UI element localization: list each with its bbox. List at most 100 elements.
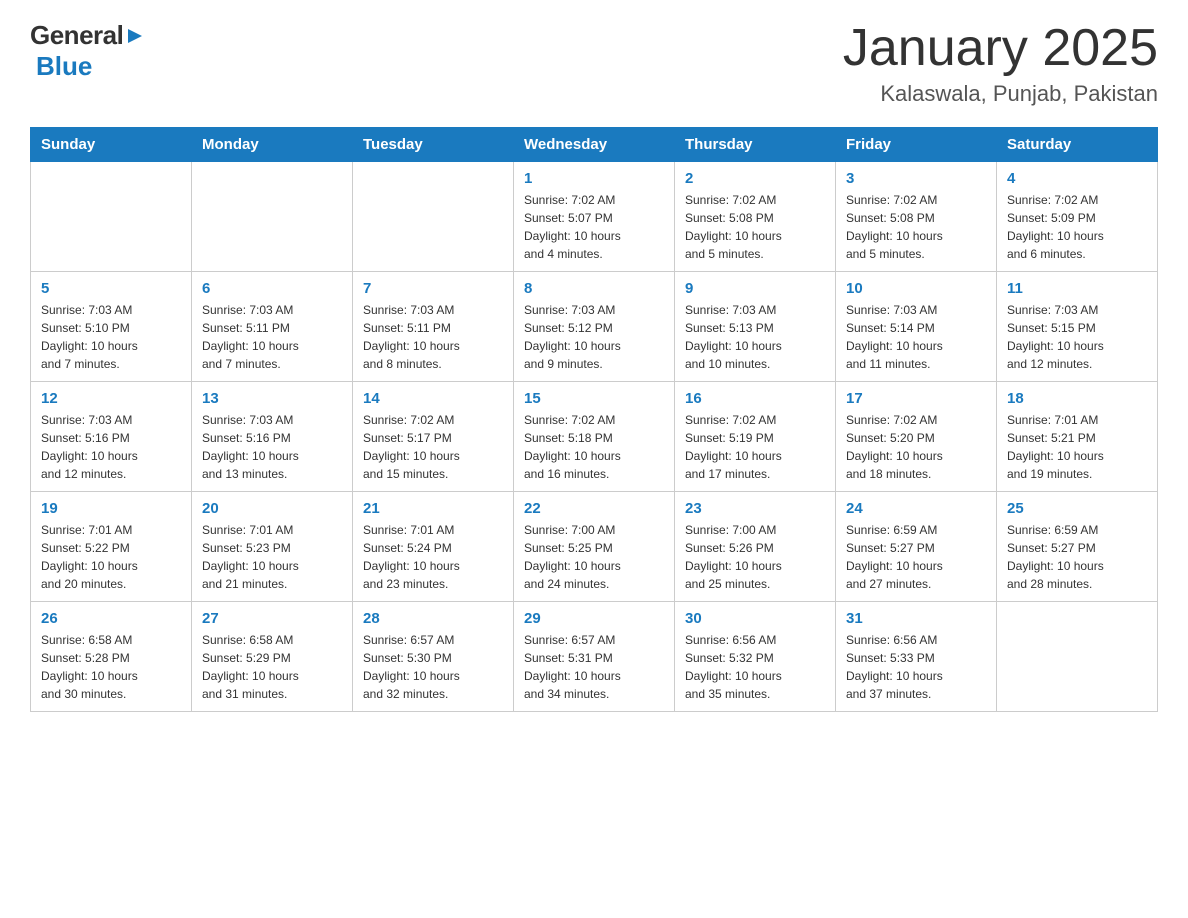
calendar-day-cell: 19 Sunrise: 7:01 AM Sunset: 5:22 PM Dayli…: [31, 492, 192, 602]
day-of-week-header: Sunday: [31, 128, 192, 162]
day-info: Sunrise: 7:03 AM Sunset: 5:12 PM Dayligh…: [524, 301, 664, 373]
day-of-week-header: Wednesday: [514, 128, 675, 162]
day-info: Sunrise: 7:02 AM Sunset: 5:18 PM Dayligh…: [524, 411, 664, 483]
day-info: Sunrise: 7:00 AM Sunset: 5:25 PM Dayligh…: [524, 521, 664, 593]
title-block: January 2025 Kalaswala, Punjab, Pakistan: [843, 20, 1158, 107]
calendar-day-cell: [192, 162, 353, 272]
day-info: Sunrise: 7:00 AM Sunset: 5:26 PM Dayligh…: [685, 521, 825, 593]
day-info: Sunrise: 7:03 AM Sunset: 5:14 PM Dayligh…: [846, 301, 986, 373]
day-number: 2: [685, 170, 825, 187]
calendar-day-cell: 21 Sunrise: 7:01 AM Sunset: 5:24 PM Dayli…: [353, 492, 514, 602]
day-number: 28: [363, 610, 503, 627]
day-number: 27: [202, 610, 342, 627]
calendar-day-cell: 30Sunrise: 6:56 AM Sunset: 5:32 PM Dayli…: [675, 602, 836, 712]
calendar-day-cell: 14 Sunrise: 7:02 AM Sunset: 5:17 PM Dayli…: [353, 382, 514, 492]
day-info: Sunrise: 6:57 AM Sunset: 5:30 PM Dayligh…: [363, 631, 503, 703]
day-number: 25: [1007, 500, 1147, 517]
calendar-day-cell: 24 Sunrise: 6:59 AM Sunset: 5:27 PM Dayli…: [836, 492, 997, 602]
calendar-week-row: 19 Sunrise: 7:01 AM Sunset: 5:22 PM Dayli…: [31, 492, 1158, 602]
calendar-day-cell: 3Sunrise: 7:02 AM Sunset: 5:08 PM Daylig…: [836, 162, 997, 272]
day-info: Sunrise: 6:58 AM Sunset: 5:29 PM Dayligh…: [202, 631, 342, 703]
calendar-day-cell: 27 Sunrise: 6:58 AM Sunset: 5:29 PM Dayli…: [192, 602, 353, 712]
day-number: 1: [524, 170, 664, 187]
day-number: 16: [685, 390, 825, 407]
calendar-day-cell: [353, 162, 514, 272]
calendar-day-cell: 25 Sunrise: 6:59 AM Sunset: 5:27 PM Dayli…: [997, 492, 1158, 602]
calendar-day-cell: 20 Sunrise: 7:01 AM Sunset: 5:23 PM Dayli…: [192, 492, 353, 602]
day-number: 10: [846, 280, 986, 297]
calendar-table: SundayMondayTuesdayWednesdayThursdayFrid…: [30, 127, 1158, 712]
calendar-day-cell: 22 Sunrise: 7:00 AM Sunset: 5:25 PM Dayli…: [514, 492, 675, 602]
day-number: 21: [363, 500, 503, 517]
calendar-day-cell: 15 Sunrise: 7:02 AM Sunset: 5:18 PM Dayli…: [514, 382, 675, 492]
day-number: 5: [41, 280, 181, 297]
day-number: 22: [524, 500, 664, 517]
day-info: Sunrise: 7:03 AM Sunset: 5:16 PM Dayligh…: [202, 411, 342, 483]
day-of-week-header: Saturday: [997, 128, 1158, 162]
day-number: 24: [846, 500, 986, 517]
day-info: Sunrise: 6:56 AM Sunset: 5:32 PM Dayligh…: [685, 631, 825, 703]
day-of-week-header: Tuesday: [353, 128, 514, 162]
day-number: 9: [685, 280, 825, 297]
day-info: Sunrise: 7:02 AM Sunset: 5:09 PM Dayligh…: [1007, 191, 1147, 263]
day-info: Sunrise: 7:02 AM Sunset: 5:19 PM Dayligh…: [685, 411, 825, 483]
day-info: Sunrise: 6:59 AM Sunset: 5:27 PM Dayligh…: [846, 521, 986, 593]
logo: General Blue: [30, 20, 147, 82]
calendar-week-row: 1 Sunrise: 7:02 AM Sunset: 5:07 PM Daylig…: [31, 162, 1158, 272]
calendar-day-cell: 23 Sunrise: 7:00 AM Sunset: 5:26 PM Dayli…: [675, 492, 836, 602]
day-of-week-header: Friday: [836, 128, 997, 162]
page-header: General Blue January 2025 Kalaswala, Pun…: [30, 20, 1158, 107]
day-number: 14: [363, 390, 503, 407]
calendar-day-cell: 9 Sunrise: 7:03 AM Sunset: 5:13 PM Daylig…: [675, 272, 836, 382]
calendar-day-cell: 11Sunrise: 7:03 AM Sunset: 5:15 PM Dayli…: [997, 272, 1158, 382]
day-info: Sunrise: 7:02 AM Sunset: 5:17 PM Dayligh…: [363, 411, 503, 483]
calendar-day-cell: 4 Sunrise: 7:02 AM Sunset: 5:09 PM Daylig…: [997, 162, 1158, 272]
calendar-day-cell: 17 Sunrise: 7:02 AM Sunset: 5:20 PM Dayli…: [836, 382, 997, 492]
calendar-day-cell: 5 Sunrise: 7:03 AM Sunset: 5:10 PM Daylig…: [31, 272, 192, 382]
calendar-day-cell: 29Sunrise: 6:57 AM Sunset: 5:31 PM Dayli…: [514, 602, 675, 712]
day-info: Sunrise: 7:02 AM Sunset: 5:20 PM Dayligh…: [846, 411, 986, 483]
day-number: 20: [202, 500, 342, 517]
day-number: 8: [524, 280, 664, 297]
calendar-day-cell: 10 Sunrise: 7:03 AM Sunset: 5:14 PM Dayli…: [836, 272, 997, 382]
calendar-day-cell: 1 Sunrise: 7:02 AM Sunset: 5:07 PM Daylig…: [514, 162, 675, 272]
day-info: Sunrise: 7:03 AM Sunset: 5:15 PM Dayligh…: [1007, 301, 1147, 373]
calendar-week-row: 12Sunrise: 7:03 AM Sunset: 5:16 PM Dayli…: [31, 382, 1158, 492]
day-number: 13: [202, 390, 342, 407]
calendar-day-cell: 13 Sunrise: 7:03 AM Sunset: 5:16 PM Dayli…: [192, 382, 353, 492]
day-number: 18: [1007, 390, 1147, 407]
day-number: 17: [846, 390, 986, 407]
calendar-day-cell: 26Sunrise: 6:58 AM Sunset: 5:28 PM Dayli…: [31, 602, 192, 712]
day-info: Sunrise: 7:03 AM Sunset: 5:10 PM Dayligh…: [41, 301, 181, 373]
day-info: Sunrise: 7:03 AM Sunset: 5:13 PM Dayligh…: [685, 301, 825, 373]
day-number: 19: [41, 500, 181, 517]
day-number: 3: [846, 170, 986, 187]
day-number: 15: [524, 390, 664, 407]
day-number: 4: [1007, 170, 1147, 187]
day-number: 31: [846, 610, 986, 627]
day-info: Sunrise: 7:01 AM Sunset: 5:24 PM Dayligh…: [363, 521, 503, 593]
day-info: Sunrise: 6:59 AM Sunset: 5:27 PM Dayligh…: [1007, 521, 1147, 593]
day-number: 6: [202, 280, 342, 297]
logo-general: General: [30, 20, 123, 51]
day-of-week-header: Thursday: [675, 128, 836, 162]
calendar-day-cell: [997, 602, 1158, 712]
calendar-day-cell: [31, 162, 192, 272]
day-number: 7: [363, 280, 503, 297]
day-info: Sunrise: 7:02 AM Sunset: 5:07 PM Dayligh…: [524, 191, 664, 263]
calendar-week-row: 5 Sunrise: 7:03 AM Sunset: 5:10 PM Daylig…: [31, 272, 1158, 382]
day-number: 23: [685, 500, 825, 517]
day-info: Sunrise: 7:01 AM Sunset: 5:23 PM Dayligh…: [202, 521, 342, 593]
day-info: Sunrise: 7:03 AM Sunset: 5:11 PM Dayligh…: [202, 301, 342, 373]
day-info: Sunrise: 7:03 AM Sunset: 5:11 PM Dayligh…: [363, 301, 503, 373]
calendar-day-cell: 8 Sunrise: 7:03 AM Sunset: 5:12 PM Daylig…: [514, 272, 675, 382]
month-title: January 2025: [843, 20, 1158, 77]
day-info: Sunrise: 7:03 AM Sunset: 5:16 PM Dayligh…: [41, 411, 181, 483]
calendar-day-cell: 31 Sunrise: 6:56 AM Sunset: 5:33 PM Dayli…: [836, 602, 997, 712]
day-info: Sunrise: 6:56 AM Sunset: 5:33 PM Dayligh…: [846, 631, 986, 703]
day-info: Sunrise: 7:01 AM Sunset: 5:21 PM Dayligh…: [1007, 411, 1147, 483]
logo-blue: Blue: [36, 51, 92, 81]
day-number: 26: [41, 610, 181, 627]
calendar-body: 1 Sunrise: 7:02 AM Sunset: 5:07 PM Daylig…: [31, 162, 1158, 712]
day-info: Sunrise: 7:01 AM Sunset: 5:22 PM Dayligh…: [41, 521, 181, 593]
